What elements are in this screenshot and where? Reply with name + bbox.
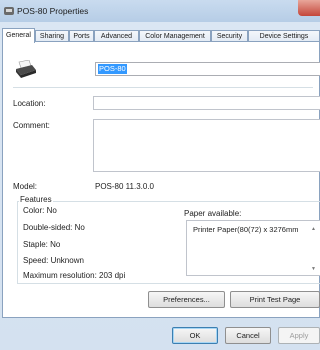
- location-field[interactable]: [93, 96, 320, 110]
- window-title: POS-80 Properties: [17, 6, 89, 16]
- general-tab-panel: POS-80 Location: Comment: Model: POS-80 …: [2, 41, 320, 318]
- properties-dialog: POS-80 Properties General Sharing Ports …: [0, 0, 320, 350]
- scroll-up-icon[interactable]: ▲: [311, 226, 316, 232]
- paper-item[interactable]: Printer Paper(80(72) x 3276mm: [193, 225, 298, 234]
- comment-label: Comment:: [13, 121, 50, 130]
- paper-list[interactable]: Printer Paper(80(72) x 3276mm ▲ ▼: [186, 220, 320, 276]
- printer-small-icon: [4, 7, 14, 15]
- feature-staple: Staple: No: [23, 240, 61, 249]
- paper-available-label: Paper available:: [184, 209, 242, 218]
- separator: [13, 87, 313, 88]
- model-value: POS-80 11.3.0.0: [95, 182, 154, 191]
- print-test-page-button[interactable]: Print Test Page: [230, 291, 320, 308]
- close-button[interactable]: [298, 0, 320, 16]
- ok-button[interactable]: OK: [172, 327, 218, 344]
- preferences-button[interactable]: Preferences...: [148, 291, 225, 308]
- features-title: Features: [19, 195, 53, 204]
- comment-field[interactable]: [93, 119, 320, 172]
- model-label: Model:: [13, 182, 38, 191]
- feature-max-resolution: Maximum resolution: 203 dpi: [23, 271, 126, 280]
- cancel-button[interactable]: Cancel: [225, 327, 271, 344]
- title-bar[interactable]: POS-80 Properties: [0, 0, 320, 22]
- feature-color: Color: No: [23, 206, 57, 215]
- printer-icon: [16, 60, 36, 78]
- location-label: Location:: [13, 99, 46, 108]
- scroll-down-icon[interactable]: ▼: [311, 266, 316, 272]
- feature-double-sided: Double-sided: No: [23, 223, 85, 232]
- tab-strip: General Sharing Ports Advanced Color Man…: [2, 28, 320, 43]
- printer-name-value: POS-80: [98, 64, 127, 74]
- tab-general[interactable]: General: [2, 28, 35, 43]
- printer-name-input[interactable]: POS-80: [95, 62, 320, 76]
- apply-button[interactable]: Apply: [278, 327, 320, 344]
- feature-speed: Speed: Unknown: [23, 256, 84, 265]
